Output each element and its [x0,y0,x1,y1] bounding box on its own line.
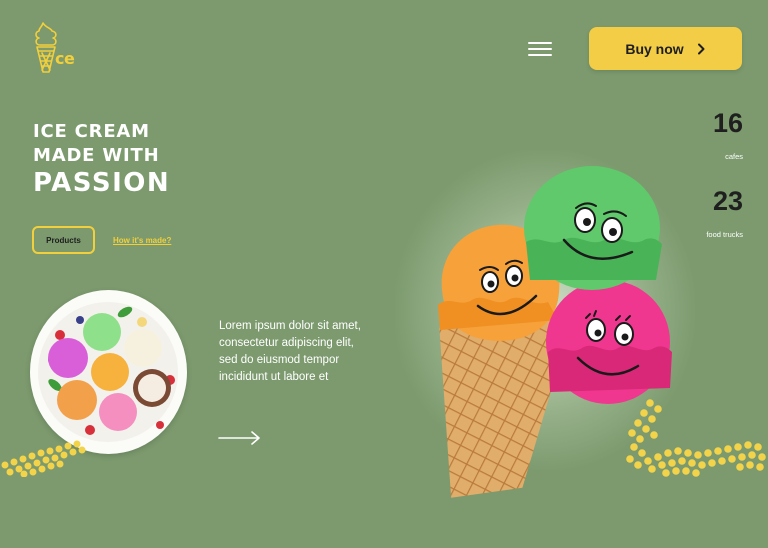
landing-page: ce Buy now ICE CREAM MADE WITH PASSION P… [0,0,768,548]
menu-bar [528,48,552,50]
stat-food-trucks-value: 23 [712,186,743,216]
hero-headline: ICE CREAM MADE WITH PASSION [33,120,170,198]
buy-now-label: Buy now [625,40,684,57]
headline-line-1: ICE CREAM [33,121,150,142]
ice-cream-cone-illustration [438,166,672,498]
arrow-right-icon[interactable] [218,430,262,446]
chevron-right-icon [697,43,705,54]
stat-cafes-value: 16 [712,108,743,138]
stat-cafes-label: cafes [725,152,743,161]
menu-bar [528,54,552,56]
plate-scoops-illustration [38,302,178,442]
logo-text: ce [55,49,75,68]
hero-description: Lorem ipsum dolor sit amet, consectetur … [219,320,361,383]
how-its-made-link[interactable]: How it's made? [113,236,171,245]
products-button[interactable]: Products [32,226,95,254]
stat-food-trucks-label: food trucks [706,230,743,239]
headline-line-3: PASSION [33,168,171,198]
buy-now-button[interactable]: Buy now [589,27,742,70]
ice-cream-plate-image [30,290,187,454]
yellow-dots-decoration-left [1,440,86,477]
headline-line-2: MADE WITH [33,145,160,166]
menu-bar [528,42,552,44]
hamburger-menu-icon[interactable] [526,38,554,60]
